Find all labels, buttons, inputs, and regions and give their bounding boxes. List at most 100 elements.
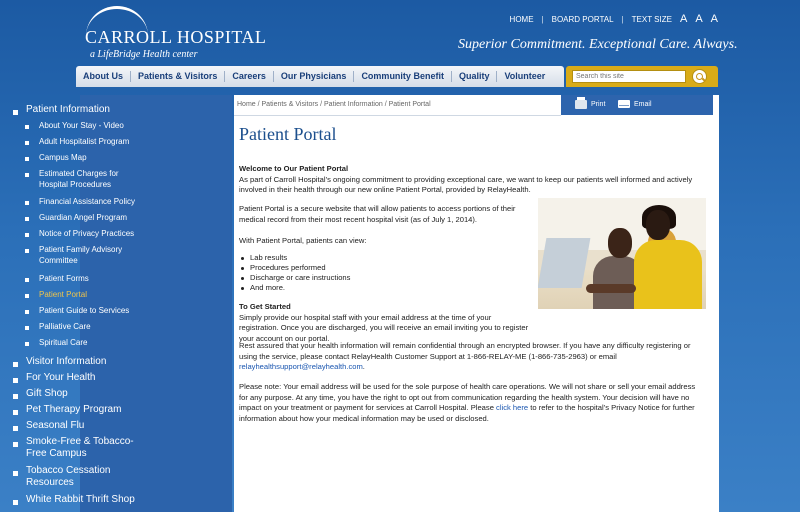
utility-links: HOME | BOARD PORTAL | TEXT SIZE A A A [510,13,718,25]
sidebar-item-patient-information[interactable]: Patient Information [0,104,152,117]
main-nav: About Us Patients & Visitors Careers Our… [76,66,564,87]
sidebar-item-label: Visitor Information [26,356,107,367]
search-input[interactable] [572,70,686,83]
bullet-icon [25,326,29,330]
sidebar-item-label: Seasonal Flu [26,420,85,431]
sidebar-item-patient-portal[interactable]: Patient Portal [0,289,152,301]
nav-patients-visitors[interactable]: Patients & Visitors [131,71,226,82]
sidebar-item-label: White Rabbit Thrift Shop [26,494,135,505]
sidebar-item-label: Patient Forms [39,274,89,283]
sidebar-item-label: Campus Map [39,153,87,162]
support-end: . [362,362,365,371]
bullet-icon [13,362,18,367]
sidebar-item-label: Estimated Charges for Hospital Procedure… [39,169,119,189]
click-here-link[interactable]: click here [496,403,528,412]
bullet-icon [13,500,18,505]
board-portal-link[interactable]: BOARD PORTAL [552,15,614,24]
sidebar-item-privacy-practices[interactable]: Notice of Privacy Practices [0,228,152,240]
started-heading: To Get Started [239,302,291,311]
sidebar-item-label: Gift Shop [26,388,68,399]
nav-careers[interactable]: Careers [225,71,274,82]
email-link[interactable]: Email [634,101,652,108]
sidebar-item-gift-shop[interactable]: Gift Shop [0,388,152,401]
bullet-icon [25,342,29,346]
bullet-icon [25,157,29,161]
rest-text: Rest assured that your health informatio… [239,341,691,361]
sidebar-item-palliative-care[interactable]: Palliative Care [0,321,152,333]
search-icon[interactable] [692,69,707,84]
sidebar-item-label: Tobacco Cessation Resources [26,465,111,488]
tagline: Superior Commitment. Exceptional Care. A… [458,37,738,52]
sidebar-item-label: Smoke-Free & Tobacco-Free Campus [26,436,134,459]
text-size-large-button[interactable]: A [711,13,718,25]
sidebar-item-visitor-information[interactable]: Visitor Information [0,356,152,369]
text-size-small-button[interactable]: A [680,13,687,25]
note-section: Please note: Your email address will be … [239,382,704,424]
started-text: Simply provide our hospital staff with y… [239,312,529,343]
sidebar-item-label: Patient Family Advisory Committee [39,245,123,265]
sidebar-item-estimated-charges[interactable]: Estimated Charges for Hospital Procedure… [0,168,152,192]
list-item: Lab results [240,253,288,262]
utility-separator: | [541,14,544,24]
site-header: CARROLL HOSPITAL a LifeBridge Health cen… [0,0,800,66]
bullet-icon [13,426,18,431]
welcome-heading: Welcome to Our Patient Portal [239,164,349,173]
sidebar-item-about-your-stay[interactable]: About Your Stay - Video [0,120,152,132]
print-icon[interactable] [575,97,587,109]
sidebar-item-spiritual-care[interactable]: Spiritual Care [0,337,152,349]
welcome-section: Welcome to Our Patient Portal As part of… [239,164,709,196]
started-section: To Get Started Simply provide our hospit… [239,302,531,344]
email-icon[interactable] [618,100,630,108]
home-link[interactable]: HOME [510,15,534,24]
bullet-icon [13,410,18,415]
breadcrumb-divider [234,115,561,116]
nav-our-physicians[interactable]: Our Physicians [274,71,355,82]
print-link[interactable]: Print [591,101,605,108]
nav-quality[interactable]: Quality [452,71,498,82]
sidebar-item-label: Patient Guide to Services [39,306,130,315]
sidebar-item-tobacco-cessation[interactable]: Tobacco Cessation Resources [0,465,152,491]
welcome-text: As part of Carroll Hospital’s ongoing co… [239,174,693,195]
sidebar-item-pet-therapy[interactable]: Pet Therapy Program [0,404,152,417]
bullet-icon [25,201,29,205]
sidebar-item-label: Pet Therapy Program [26,404,122,415]
text-size-label: TEXT SIZE [631,14,672,24]
sidebar-item-label: Patient Portal [39,290,88,299]
logo-name[interactable]: CARROLL HOSPITAL [85,27,266,48]
page-title: Patient Portal [239,124,337,144]
bullet-icon [13,394,18,399]
nav-volunteer[interactable]: Volunteer [497,71,552,82]
sidebar-item-guardian-angel[interactable]: Guardian Angel Program [0,212,152,224]
bullet-icon [13,110,18,115]
sidebar-item-adult-hospitalist[interactable]: Adult Hospitalist Program [0,136,152,148]
bullet-icon [25,125,29,129]
sidebar-item-label: Notice of Privacy Practices [39,229,135,238]
bullet-icon [25,141,29,145]
sidebar-item-smoke-free[interactable]: Smoke-Free & Tobacco-Free Campus [0,436,152,462]
sidebar-item-for-your-health[interactable]: For Your Health [0,372,152,385]
nav-about-us[interactable]: About Us [76,71,131,82]
sidebar-item-label: About Your Stay - Video [39,121,124,130]
sidebar-item-patient-guide[interactable]: Patient Guide to Services [0,305,152,317]
sidebar-item-label: Financial Assistance Policy [39,197,136,206]
patient-portal-photo [538,198,706,309]
bullet-icon [25,294,29,298]
sidebar-item-label: Adult Hospitalist Program [39,137,130,146]
view-text: With Patient Portal, patients can view: [239,236,367,245]
list-item: Discharge or care instructions [240,273,351,282]
support-email-link[interactable]: relayhealthsupport@relayhealth.com [239,362,363,371]
sidebar-item-financial-assistance[interactable]: Financial Assistance Policy [0,196,152,208]
sidebar-item-label: Spiritual Care [39,338,88,347]
breadcrumb[interactable]: Home / Patients & Visitors / Patient Inf… [237,101,431,108]
text-size-medium-button[interactable]: A [695,13,702,25]
sidebar-item-campus-map[interactable]: Campus Map [0,152,152,164]
sidebar-item-family-advisory[interactable]: Patient Family Advisory Committee [0,244,152,268]
utility-separator: | [621,14,624,24]
sidebar-item-seasonal-flu[interactable]: Seasonal Flu [0,420,152,433]
sidebar-item-label: Guardian Angel Program [39,213,128,222]
portal-text: Patient Portal is a secure website that … [239,204,516,224]
bullet-icon [25,249,29,253]
sidebar-item-patient-forms[interactable]: Patient Forms [0,273,152,285]
nav-community-benefit[interactable]: Community Benefit [354,71,452,82]
sidebar-item-thrift-shop[interactable]: White Rabbit Thrift Shop [0,494,152,507]
